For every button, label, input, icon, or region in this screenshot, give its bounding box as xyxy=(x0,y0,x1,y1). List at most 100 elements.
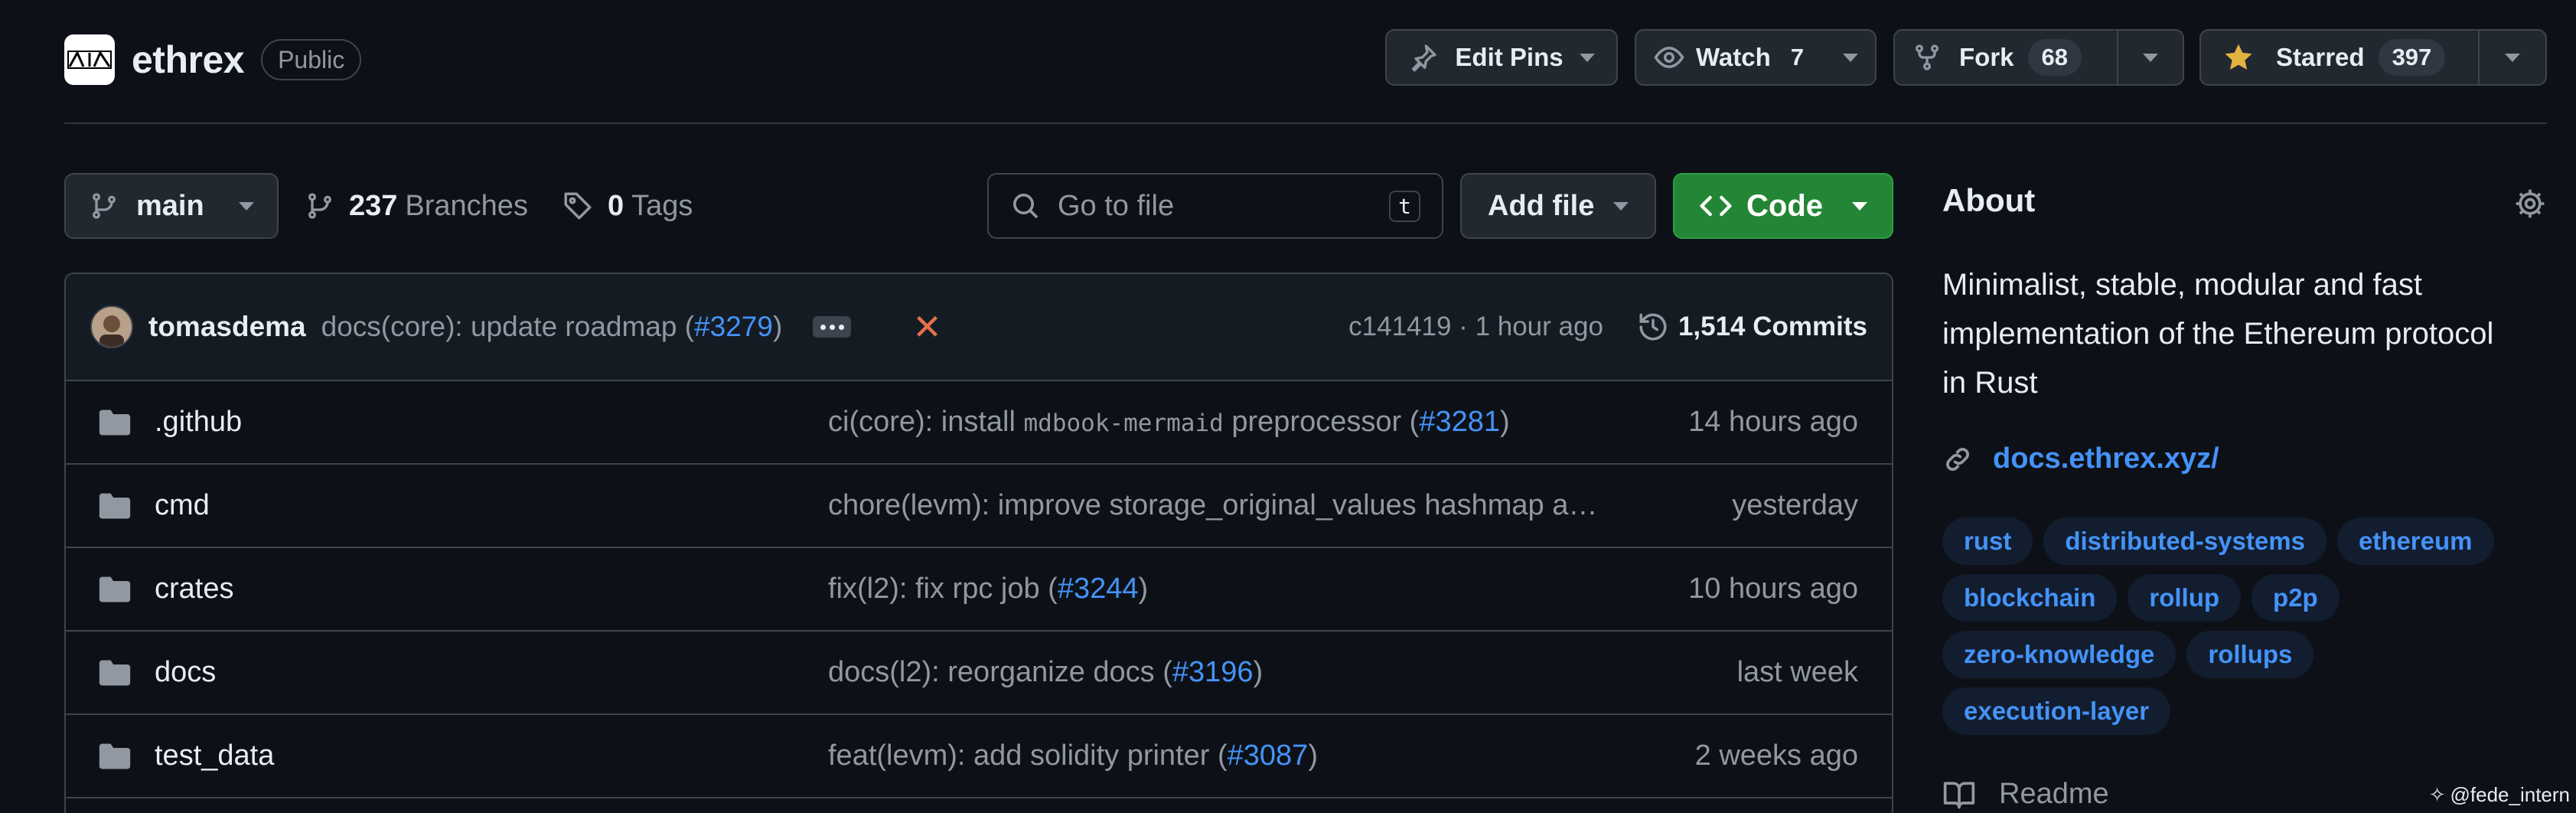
star-label: Starred xyxy=(2276,43,2365,71)
git-branch-icon xyxy=(305,191,335,221)
tag-icon xyxy=(562,190,594,222)
msg-pr-link[interactable]: #3244 xyxy=(1058,573,1139,605)
latest-commit-row: tomasdema docs(core): update roadmap (#3… xyxy=(66,274,1892,381)
file-time: last week xyxy=(1736,656,1858,688)
code-label: Code xyxy=(1746,188,1823,223)
chevron-down-icon[interactable] xyxy=(1843,53,1858,62)
search-placeholder: Go to file xyxy=(1058,189,1175,222)
msg-text: fix(l2): fix rpc job ( xyxy=(828,573,1058,605)
watch-button[interactable]: Watch 7 xyxy=(1635,29,1877,86)
repo-description: Minimalist, stable, modular and fast imp… xyxy=(1942,268,2494,400)
watch-count: 7 xyxy=(1790,44,1805,70)
watch-label: Watch xyxy=(1696,43,1771,71)
commit-pr-link[interactable]: #3279 xyxy=(694,311,773,342)
file-name[interactable]: .github xyxy=(155,406,828,439)
pin-icon xyxy=(1408,42,1439,73)
branch-selector[interactable]: main xyxy=(64,173,279,239)
branches-link[interactable]: 237 Branches xyxy=(305,173,528,239)
gear-icon[interactable] xyxy=(2513,187,2547,224)
file-name[interactable]: cmd xyxy=(155,489,828,522)
msg-pr-link[interactable]: #3281 xyxy=(1419,406,1500,438)
fork-label: Fork xyxy=(1959,43,2014,71)
msg-pr-link[interactable]: #3196 xyxy=(1172,656,1254,688)
go-to-file-input[interactable]: Go to file t xyxy=(987,173,1443,239)
fork-icon xyxy=(1912,42,1942,73)
chevron-down-icon xyxy=(2505,53,2520,62)
msg-text: ) xyxy=(1500,406,1510,438)
folder-icon xyxy=(98,575,132,604)
fork-button[interactable]: Fork 68 xyxy=(1893,29,2184,86)
topic-tag[interactable]: rollups xyxy=(2186,631,2314,678)
avatar[interactable] xyxy=(90,305,133,348)
add-file-label: Add file xyxy=(1488,189,1595,222)
commit-message[interactable]: docs(core): update roadmap (#3279) xyxy=(321,311,783,343)
file-commit-message[interactable]: chore(levm): improve storage_original_va… xyxy=(828,489,1601,522)
file-name[interactable]: test_data xyxy=(155,740,828,772)
msg-text: ) xyxy=(1308,740,1318,772)
file-name[interactable]: crates xyxy=(155,573,828,606)
tags-count: 0 xyxy=(608,189,624,222)
branches-count: 237 xyxy=(349,189,398,222)
file-commit-message[interactable]: feat(levm): add solidity printer (#3087) xyxy=(828,740,1624,772)
fork-main[interactable]: Fork 68 xyxy=(1895,31,2117,84)
file-commit-message[interactable]: docs(l2): reorganize docs (#3196) xyxy=(828,656,1624,689)
topic-tag[interactable]: p2p xyxy=(2252,574,2340,622)
folder-icon xyxy=(98,491,132,521)
table-row: test_data feat(levm): add solidity print… xyxy=(66,715,1892,798)
code-button[interactable]: Code xyxy=(1673,173,1893,239)
file-time: 14 hours ago xyxy=(1688,406,1858,438)
table-row: .github ci(core): install mdbook-mermaid… xyxy=(66,381,1892,465)
add-file-button[interactable]: Add file xyxy=(1460,173,1656,239)
owner-avatar[interactable] xyxy=(64,34,115,85)
commit-sha[interactable]: c141419 xyxy=(1348,312,1451,341)
expand-commit-button[interactable] xyxy=(813,316,852,338)
topic-tag[interactable]: rollup xyxy=(2128,574,2242,622)
msg-text: feat(levm): add solidity printer ( xyxy=(828,740,1228,772)
topic-tag[interactable]: rust xyxy=(1942,518,2033,565)
visibility-badge: Public xyxy=(261,39,362,80)
star-main[interactable]: Starred 397 xyxy=(2201,31,2478,84)
history-icon xyxy=(1637,311,1669,343)
star-dropdown[interactable] xyxy=(2480,31,2545,84)
folder-icon xyxy=(98,742,132,771)
edit-pins-label: Edit Pins xyxy=(1455,43,1564,71)
tags-link[interactable]: 0 Tags xyxy=(562,173,693,239)
watermark: ✧ @fede_intern xyxy=(2429,783,2570,807)
check-failed-icon[interactable]: ✕ xyxy=(912,306,942,348)
link-icon xyxy=(1942,444,1973,475)
book-icon xyxy=(1942,779,1976,810)
file-commit-message[interactable]: ci(core): install mdbook-mermaid preproc… xyxy=(828,406,1624,439)
readme-link[interactable]: Readme xyxy=(1942,778,2109,811)
homepage-url: docs.ethrex.xyz/ xyxy=(1993,442,2219,475)
commits-count-label: 1,514 Commits xyxy=(1678,312,1867,341)
file-time: 2 weeks ago xyxy=(1694,740,1858,772)
msg-text: ) xyxy=(1138,573,1149,605)
commit-author[interactable]: tomasdema xyxy=(148,311,306,343)
fork-dropdown[interactable] xyxy=(2118,31,2183,84)
file-commit-message[interactable]: fix(l2): fix rpc job (#3244) xyxy=(828,573,1624,606)
chevron-down-icon xyxy=(1613,201,1629,211)
branch-name: main xyxy=(136,189,204,222)
search-shortcut-key: t xyxy=(1389,190,1420,222)
watermark-icon: ✧ xyxy=(2428,783,2446,806)
table-row: crates fix(l2): fix rpc job (#3244) 10 h… xyxy=(66,548,1892,632)
topic-tag[interactable]: execution-layer xyxy=(1942,687,2171,735)
table-row: docs docs(l2): reorganize docs (#3196) l… xyxy=(66,632,1892,715)
commit-time: 1 hour ago xyxy=(1475,312,1603,341)
chevron-down-icon xyxy=(2143,53,2158,62)
homepage-link[interactable]: docs.ethrex.xyz/ xyxy=(1942,442,2219,475)
file-name[interactable]: docs xyxy=(155,656,828,689)
edit-pins-button[interactable]: Edit Pins xyxy=(1385,29,1618,86)
topic-tag[interactable]: distributed-systems xyxy=(2043,518,2327,565)
chevron-down-icon xyxy=(239,201,254,211)
topic-tag[interactable]: blockchain xyxy=(1942,574,2118,622)
file-table: tomasdema docs(core): update roadmap (#3… xyxy=(64,273,1893,813)
commit-meta: c141419 · 1 hour ago xyxy=(1348,312,1603,342)
topic-tag[interactable]: ethereum xyxy=(2336,518,2494,565)
star-button[interactable]: Starred 397 xyxy=(2199,29,2547,86)
topic-tag[interactable]: zero-knowledge xyxy=(1942,631,2177,678)
repo-name[interactable]: ethrex xyxy=(132,38,245,82)
folder-icon xyxy=(98,408,132,437)
msg-pr-link[interactable]: #3087 xyxy=(1228,740,1309,772)
commits-history-link[interactable]: 1,514 Commits xyxy=(1637,311,1867,343)
